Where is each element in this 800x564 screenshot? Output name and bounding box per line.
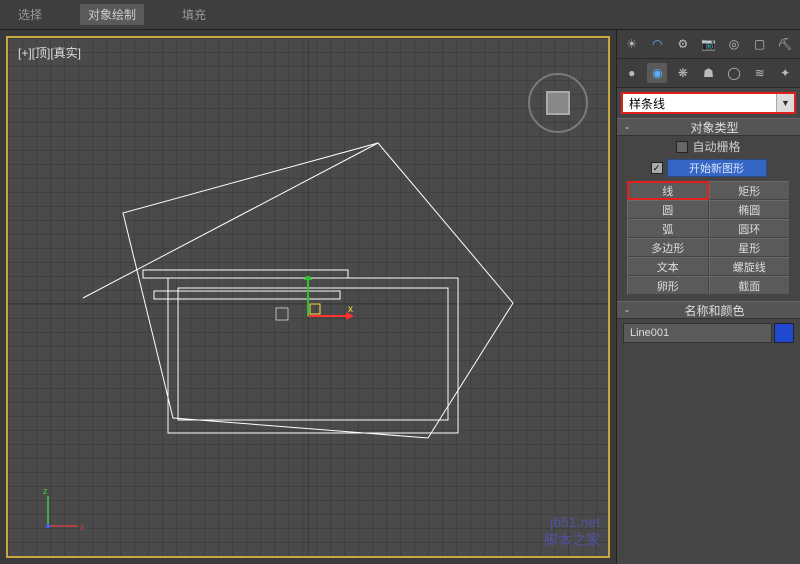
arc-icon[interactable]: ◠ bbox=[647, 34, 667, 54]
light-icon[interactable]: ⚙ bbox=[673, 34, 693, 54]
category-tabs: ● ◉ ❋ ☗ ◯ ≋ ✦ bbox=[617, 59, 800, 88]
btn-rectangle[interactable]: 矩形 bbox=[709, 181, 791, 200]
viewcube[interactable] bbox=[528, 73, 588, 133]
rollout-minus-icon: - bbox=[621, 303, 633, 317]
svg-text:z: z bbox=[43, 486, 48, 496]
btn-section[interactable]: 截面 bbox=[709, 276, 791, 295]
btn-arc[interactable]: 弧 bbox=[627, 219, 709, 238]
viewport-top[interactable]: [+][顶][真实] bbox=[6, 36, 610, 558]
auto-grid-label: 自动栅格 bbox=[692, 138, 740, 155]
top-menu: 选择 对象绘制 填充 bbox=[0, 0, 800, 30]
btn-ngon[interactable]: 多边形 bbox=[627, 238, 709, 257]
object-name-input[interactable]: Line001 bbox=[623, 323, 772, 343]
svg-text:x: x bbox=[80, 522, 85, 532]
sun-icon[interactable]: ☀ bbox=[622, 34, 642, 54]
object-color-swatch[interactable] bbox=[774, 323, 794, 343]
menu-select[interactable]: 选择 bbox=[10, 6, 50, 23]
deform-icon[interactable]: ☗ bbox=[698, 63, 718, 83]
axis-tripod: x z bbox=[38, 486, 88, 536]
auto-grid-checkbox[interactable] bbox=[676, 141, 688, 153]
btn-donut[interactable]: 圆环 bbox=[709, 219, 791, 238]
watermark: jb51.net 脚本之家 bbox=[544, 513, 600, 549]
ring-icon[interactable]: ◯ bbox=[724, 63, 744, 83]
dropdown-value: 样条线 bbox=[623, 95, 776, 112]
screen-icon[interactable]: ▢ bbox=[750, 34, 770, 54]
start-new-shape-button[interactable]: 开始新图形 bbox=[667, 159, 767, 177]
rollout-title: 对象类型 bbox=[633, 119, 796, 136]
spray-icon[interactable]: ❋ bbox=[673, 63, 693, 83]
chevron-down-icon: ▼ bbox=[776, 94, 794, 112]
btn-ellipse[interactable]: 椭圆 bbox=[709, 200, 791, 219]
transform-gizmo[interactable]: x bbox=[296, 276, 356, 336]
btn-egg[interactable]: 卵形 bbox=[627, 276, 709, 295]
menu-fill[interactable]: 填充 bbox=[174, 6, 214, 23]
watermark-text: 脚本之家 bbox=[544, 531, 600, 549]
wave-icon[interactable]: ≋ bbox=[750, 63, 770, 83]
pick-icon[interactable]: ⛏ bbox=[775, 34, 795, 54]
command-panel: ☀ ◠ ⚙ 📷 ◎ ▢ ⛏ ● ◉ ❋ ☗ ◯ ≋ ✦ 样条线 ▼ bbox=[616, 30, 800, 564]
target-icon[interactable]: ◎ bbox=[724, 34, 744, 54]
star-icon[interactable]: ✦ bbox=[775, 63, 795, 83]
btn-star[interactable]: 星形 bbox=[709, 238, 791, 257]
rollout-minus-icon: - bbox=[621, 120, 633, 134]
menu-object-paint[interactable]: 对象绘制 bbox=[80, 4, 144, 25]
viewcube-face[interactable] bbox=[546, 91, 570, 115]
shapes-icon[interactable]: ◉ bbox=[647, 63, 667, 83]
rollout-object-type[interactable]: - 对象类型 bbox=[617, 118, 800, 136]
svg-text:x: x bbox=[348, 304, 353, 315]
btn-helix[interactable]: 螺旋线 bbox=[709, 257, 791, 276]
watermark-url: jb51.net bbox=[544, 513, 600, 531]
rollout-title-name: 名称和颜色 bbox=[633, 302, 796, 319]
viewport-area: [+][顶][真实] bbox=[0, 30, 616, 564]
camera-icon[interactable]: 📷 bbox=[698, 34, 718, 54]
object-type-grid: 线 矩形 圆 椭圆 弧 圆环 多边形 星形 文本 螺旋线 卵形 截面 bbox=[627, 181, 790, 295]
start-new-shape-checkbox[interactable]: ✓ bbox=[651, 162, 663, 174]
btn-line[interactable]: 线 bbox=[627, 181, 709, 200]
rollout-name-color[interactable]: - 名称和颜色 bbox=[617, 301, 800, 319]
btn-text[interactable]: 文本 bbox=[627, 257, 709, 276]
btn-circle[interactable]: 圆 bbox=[627, 200, 709, 219]
panel-tabs: ☀ ◠ ⚙ 📷 ◎ ▢ ⛏ bbox=[617, 30, 800, 59]
category-dropdown[interactable]: 样条线 ▼ bbox=[621, 92, 796, 114]
sphere-icon[interactable]: ● bbox=[622, 63, 642, 83]
